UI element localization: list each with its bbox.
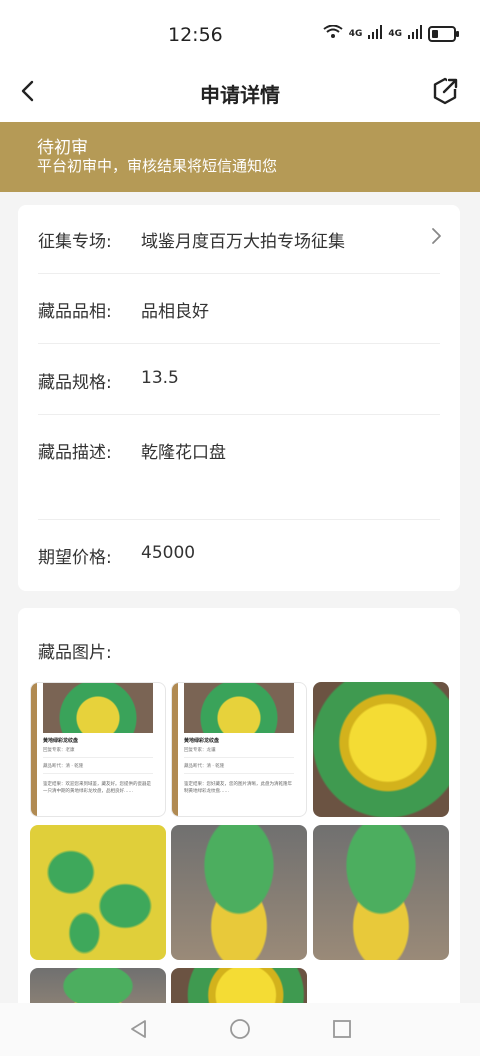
signal-label-2: 4G [388, 28, 402, 39]
page-title: 申请详情 [200, 83, 280, 107]
plate-photo [43, 683, 153, 733]
images-card: 藏品图片: 黄地绿彩龙纹盘 回复专家：老康 藏品断代：清 · 乾隆 鉴定结果：欢… [18, 608, 460, 1028]
home-circle-icon[interactable] [229, 1018, 251, 1044]
status-time: 12:56 [168, 24, 223, 46]
detail-row-condition: 藏品品相: 品相良好 [38, 297, 440, 331]
images-title: 藏品图片: [38, 643, 112, 663]
doc-divider [43, 757, 153, 758]
status-bar: 12:56 4G 4G [0, 0, 480, 70]
details-card: 征集专场: 域鉴月度百万大拍专场征集 藏品品相: 品相良好 藏品规格: 13.5… [18, 205, 460, 591]
doc-expert: 回复专家：老康 [43, 748, 75, 753]
doc-divider [43, 773, 153, 774]
back-triangle-icon[interactable] [128, 1018, 150, 1044]
signal-label-1: 4G [348, 28, 363, 39]
detail-value: 45000 [141, 543, 196, 563]
detail-label: 征集专场: [38, 232, 112, 252]
doc-divider [184, 773, 294, 774]
collection-image[interactable] [313, 682, 449, 817]
system-nav-bar [0, 1003, 480, 1056]
status-banner: 待初审 平台初审中，审核结果将短信通知您 [0, 122, 480, 192]
collection-image[interactable]: 黄地绿彩龙纹盘 回复专家：龙骧 藏品断代：清 · 乾隆 鉴定结果：您好藏友，您的… [171, 682, 307, 817]
collection-image[interactable] [171, 825, 307, 960]
battery-icon [428, 25, 459, 42]
detail-row-price: 期望价格: 45000 [38, 543, 440, 577]
status-message: 平台初审中，审核结果将短信通知您 [37, 157, 278, 175]
recents-square-icon[interactable] [331, 1018, 353, 1044]
detail-value: 域鉴月度百万大拍专场征集 [141, 232, 345, 252]
divider [38, 273, 440, 274]
detail-label: 藏品品相: [38, 302, 112, 322]
doc-paragraph: 鉴定结果：您好藏友，您的图片清晰，此盘为清乾隆年制黄地绿彩龙纹盘…… [184, 782, 292, 794]
collection-image[interactable] [30, 825, 166, 960]
detail-value: 乾隆花口盘 [141, 443, 226, 463]
detail-label: 期望价格: [38, 548, 112, 568]
detail-value: 13.5 [141, 368, 179, 388]
wifi-icon [323, 24, 343, 43]
collection-image[interactable] [313, 825, 449, 960]
nav-bar: 申请详情 [0, 70, 480, 122]
detail-value: 品相良好 [141, 302, 209, 322]
detail-label: 藏品描述: [38, 443, 112, 463]
plate-photo [184, 683, 294, 733]
doc-title: 黄地绿彩龙纹盘 [184, 738, 220, 744]
doc-era: 藏品断代：清 · 乾隆 [43, 764, 84, 769]
divider [38, 343, 440, 344]
signal-icon [408, 24, 422, 43]
doc-divider [184, 757, 294, 758]
divider [38, 414, 440, 415]
detail-row-collection[interactable]: 征集专场: 域鉴月度百万大拍专场征集 [38, 227, 440, 261]
image-border [31, 683, 37, 816]
status-icons: 4G 4G [323, 24, 459, 43]
doc-era: 藏品断代：清 · 乾隆 [184, 764, 225, 769]
doc-title: 黄地绿彩龙纹盘 [43, 738, 79, 744]
collection-image[interactable]: 黄地绿彩龙纹盘 回复专家：老康 藏品断代：清 · 乾隆 鉴定结果：欢迎您来到域鉴… [30, 682, 166, 817]
detail-label: 藏品规格: [38, 373, 112, 393]
doc-paragraph: 鉴定结果：欢迎您来到域鉴，藏友好。您提供的瓷器是一只清中期的黄地绿彩龙纹盘，品相… [43, 782, 151, 794]
image-border [172, 683, 178, 816]
share-button[interactable] [430, 76, 460, 106]
detail-row-spec: 藏品规格: 13.5 [38, 368, 440, 402]
doc-expert: 回复专家：龙骧 [184, 748, 216, 753]
divider [38, 519, 440, 520]
detail-row-description: 藏品描述: 乾隆花口盘 [38, 438, 440, 472]
chevron-right-icon[interactable] [430, 227, 442, 245]
signal-icon [368, 24, 383, 43]
